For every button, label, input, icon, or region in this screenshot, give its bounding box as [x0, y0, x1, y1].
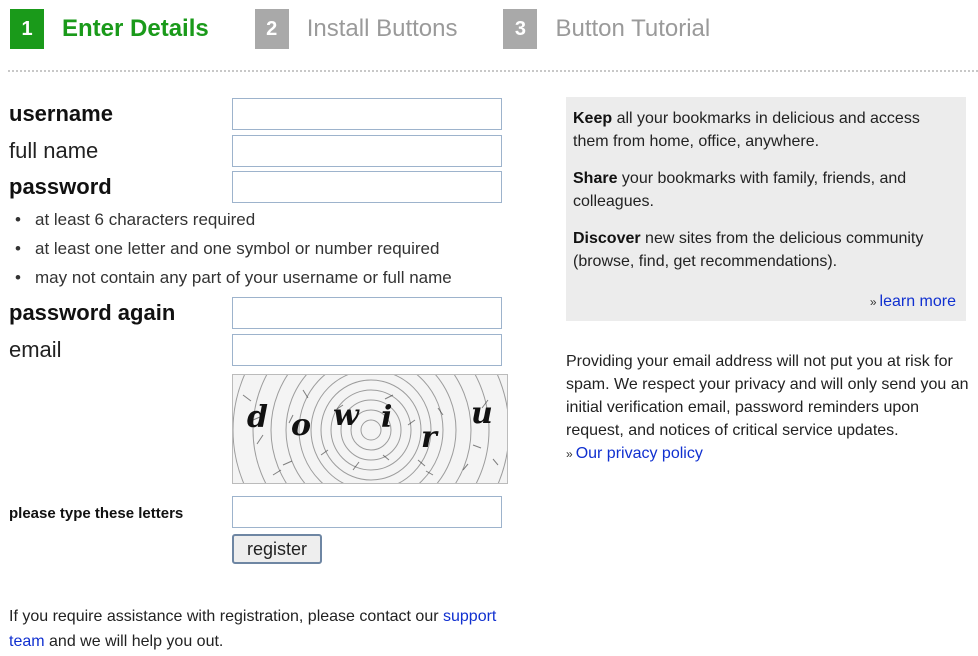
email-label: email — [9, 337, 62, 362]
privacy-note: Providing your email address will not pu… — [566, 350, 971, 466]
list-item: • at least one letter and one symbol or n… — [15, 239, 440, 258]
chevron-right-icon: » — [566, 447, 573, 461]
learn-more: » learn more — [870, 293, 956, 311]
info-item-bold: Share — [573, 170, 618, 187]
captcha-noise: d o w i r u — [233, 375, 507, 483]
captcha-image: d o w i r u — [232, 374, 508, 484]
step-number: 1 — [10, 9, 44, 49]
captcha-letter: i — [381, 400, 392, 435]
step-button-tutorial: 3 Button Tutorial — [503, 9, 710, 49]
chevron-right-icon: » — [869, 295, 877, 309]
help-text: If you require assistance with registrat… — [9, 604, 529, 654]
captcha-letter: o — [291, 408, 311, 443]
password-field[interactable] — [232, 171, 502, 203]
privacy-text: Providing your email address will not pu… — [566, 353, 969, 439]
username-label: username — [9, 101, 113, 126]
info-box: Keep all your bookmarks in delicious and… — [566, 97, 966, 321]
list-item: • may not contain any part of your userna… — [15, 268, 452, 287]
info-item-share: Share your bookmarks with family, friend… — [573, 167, 958, 213]
divider — [8, 70, 978, 72]
help-text-after: and we will help you out. — [44, 633, 224, 650]
rule-text: at least 6 characters required — [35, 210, 256, 229]
step-enter-details: 1 Enter Details — [10, 9, 209, 49]
step-install-buttons: 2 Install Buttons — [254, 9, 458, 49]
step-number: 2 — [254, 9, 289, 49]
captcha-prompt: please type these letters — [9, 505, 184, 522]
username-field[interactable] — [232, 98, 502, 130]
help-text-before: If you require assistance with registrat… — [9, 608, 443, 625]
privacy-policy-link[interactable]: Our privacy policy — [576, 445, 703, 462]
step-label: Button Tutorial — [555, 15, 711, 42]
captcha-letter: w — [333, 398, 360, 433]
info-item-text: your bookmarks with family, friends, and… — [573, 170, 907, 210]
learn-more-link[interactable]: learn more — [880, 293, 956, 310]
captcha-letter: r — [421, 420, 439, 455]
register-button[interactable]: register — [232, 534, 322, 564]
step-label: Install Buttons — [306, 15, 458, 42]
step-label: Enter Details — [62, 15, 209, 42]
list-item: • at least 6 characters required — [15, 210, 256, 229]
password-label: password — [9, 174, 112, 199]
password-again-label: password again — [9, 300, 176, 325]
info-item-discover: Discover new sites from the delicious co… — [573, 227, 958, 273]
captcha-letter: d — [247, 400, 268, 435]
password-rules: • at least 6 characters required • at leas… — [15, 205, 452, 292]
rule-text: may not contain any part of your usernam… — [35, 268, 452, 287]
info-item-keep: Keep all your bookmarks in delicious and… — [573, 107, 958, 153]
step-number: 3 — [503, 9, 538, 49]
info-item-bold: Discover — [573, 230, 641, 247]
captcha-letter: u — [471, 396, 493, 431]
fullname-field[interactable] — [232, 135, 502, 167]
rule-text: at least one letter and one symbol or nu… — [35, 239, 440, 258]
info-item-bold: Keep — [573, 110, 613, 127]
info-item-text: all your bookmarks in delicious and acce… — [573, 110, 920, 150]
steps-header: 1 Enter Details 2 Install Buttons 3 Butt… — [10, 9, 756, 49]
captcha-field[interactable] — [232, 496, 502, 528]
fullname-label: full name — [9, 138, 99, 163]
password-again-field[interactable] — [232, 297, 502, 329]
email-field[interactable] — [232, 334, 502, 366]
